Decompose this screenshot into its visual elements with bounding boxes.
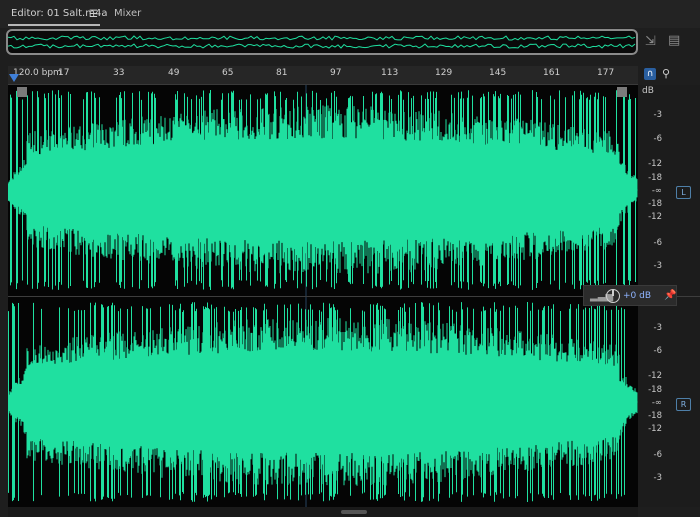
- playhead-marker[interactable]: [9, 74, 19, 82]
- right-channel-toggle[interactable]: R: [676, 398, 691, 411]
- tab-bar: Editor: 01 Salt.m4a ☰ Mixer: [0, 0, 700, 28]
- fade-in-handle[interactable]: [17, 87, 27, 97]
- ruler-tick: 65: [222, 68, 234, 78]
- knob-icon[interactable]: [606, 289, 620, 303]
- db-label: -18: [648, 411, 662, 421]
- zoom-icon[interactable]: ⇲: [645, 34, 656, 49]
- time-ruler[interactable]: 120.0 bpm 17 33 49 65 81 97 113 129 145 …: [8, 66, 638, 85]
- db-label: -18: [648, 385, 662, 395]
- hamburger-menu-icon[interactable]: ☰: [89, 9, 98, 20]
- ruler-tick: 97: [330, 68, 342, 78]
- overview-waveform: [8, 35, 636, 49]
- db-label: -3: [653, 473, 662, 483]
- db-label: -6: [653, 134, 662, 144]
- db-label: -3: [653, 261, 662, 271]
- waveform-overview[interactable]: [6, 29, 638, 55]
- tab-mixer[interactable]: Mixer: [114, 8, 141, 19]
- ruler-tick: 81: [276, 68, 288, 78]
- horizontal-scrollbar[interactable]: [8, 507, 638, 517]
- ruler-tick: 129: [435, 68, 453, 78]
- ruler-tick: 33: [113, 68, 125, 78]
- db-label: -18: [648, 199, 662, 209]
- ruler-tick: 177: [597, 68, 615, 78]
- volume-control[interactable]: ▂▃▅ +0 dB: [583, 285, 677, 306]
- fade-out-handle[interactable]: [617, 87, 627, 97]
- ruler-tick: 145: [489, 68, 507, 78]
- left-channel-toggle[interactable]: L: [676, 186, 691, 199]
- db-label: -6: [653, 450, 662, 460]
- db-label: -3: [653, 110, 662, 120]
- right-channel-waveform: [7, 302, 638, 502]
- db-unit-label: dB: [642, 86, 654, 96]
- db-label: -3: [653, 323, 662, 333]
- db-label: -12: [648, 371, 662, 381]
- db-label: -12: [648, 212, 662, 222]
- db-label: -12: [648, 424, 662, 434]
- db-label: -∞: [651, 186, 662, 196]
- ruler-tick: 161: [543, 68, 561, 78]
- bpm-label: 120.0 bpm: [13, 68, 62, 78]
- left-channel-waveform: [7, 90, 638, 290]
- active-tab-indicator: [8, 24, 100, 26]
- magnet-icon[interactable]: ∩: [644, 68, 656, 80]
- db-label: -12: [648, 159, 662, 169]
- marker-pin-icon[interactable]: ⚲: [662, 67, 670, 80]
- scrollbar-thumb[interactable]: [341, 510, 367, 514]
- waveform-path: [7, 90, 638, 290]
- ruler-tick: 17: [58, 68, 70, 78]
- db-label: -6: [653, 346, 662, 356]
- db-label: -18: [648, 173, 662, 183]
- db-label: -∞: [651, 398, 662, 408]
- ruler-tick: 49: [168, 68, 180, 78]
- waveform-path: [7, 302, 638, 502]
- ruler-tick: 113: [381, 68, 399, 78]
- panel-icon[interactable]: ▤: [668, 33, 680, 48]
- pin-icon[interactable]: 📌: [664, 290, 676, 301]
- db-label: -6: [653, 238, 662, 248]
- volume-value[interactable]: +0 dB: [623, 291, 651, 301]
